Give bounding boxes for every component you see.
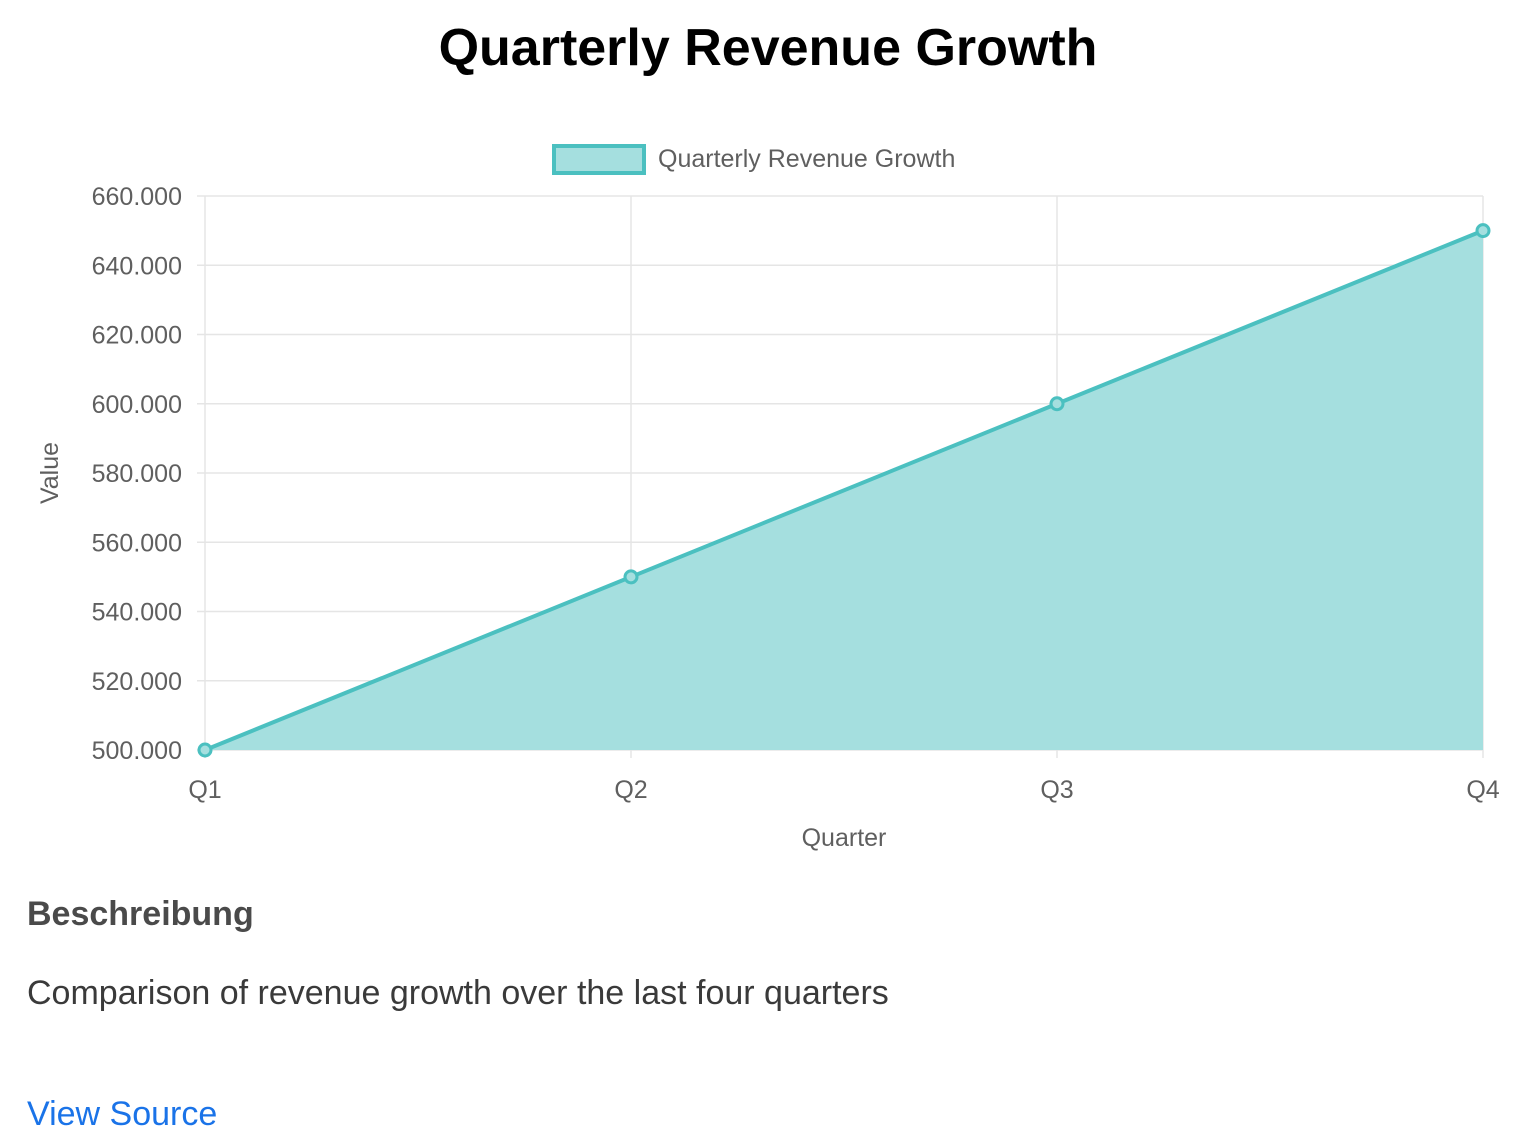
view-source-link[interactable]: View Source (27, 1092, 217, 1136)
data-point (1049, 396, 1065, 412)
data-point (1475, 223, 1491, 239)
legend-label[interactable]: Quarterly Revenue Growth (658, 145, 955, 173)
x-tick-label: Q3 (1040, 776, 1073, 804)
y-tick-label: 620.000 (92, 322, 182, 350)
y-tick-label: 560.000 (92, 529, 182, 557)
y-tick-label: 520.000 (92, 668, 182, 696)
y-tick-label: 640.000 (92, 252, 182, 280)
y-axis-title: Value (36, 442, 64, 504)
chart-legend[interactable]: Quarterly Revenue Growth (552, 144, 955, 175)
y-tick-label: 580.000 (92, 460, 182, 488)
x-tick-label: Q1 (188, 776, 221, 804)
y-axis-ticks: 500.000 520.000 540.000 560.000 580.000 600.0… (92, 183, 182, 765)
data-point (623, 569, 639, 585)
y-tick-label: 540.000 (92, 599, 182, 627)
area-chart: 500.000 520.000 540.000 560.000 580.000 600.0… (36, 144, 1500, 852)
x-axis-ticks: Q1 Q2 Q3 Q4 (188, 776, 1499, 804)
y-tick-label: 660.000 (92, 183, 182, 211)
page-title: Quarterly Revenue Growth (438, 19, 1098, 77)
data-point (197, 742, 213, 758)
x-tick-label: Q4 (1466, 776, 1499, 804)
chart-area-layer (197, 223, 1491, 758)
legend-swatch[interactable] (552, 144, 646, 175)
chart-description: Comparison of revenue growth over the la… (27, 974, 889, 1012)
y-tick-label: 500.000 (92, 737, 182, 765)
description-heading: Beschreibung (27, 895, 254, 933)
y-tick-label: 600.000 (92, 391, 182, 419)
x-axis-title: Quarter (802, 824, 887, 852)
x-tick-label: Q2 (614, 776, 647, 804)
